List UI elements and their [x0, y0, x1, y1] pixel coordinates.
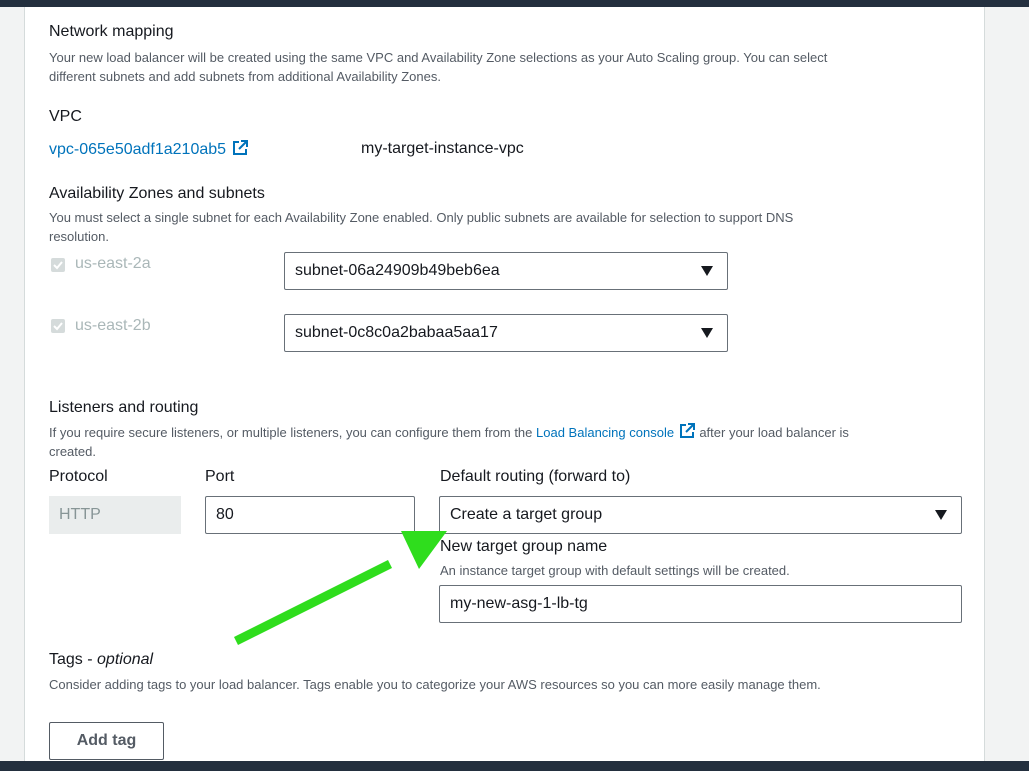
- bottom-bar: [0, 761, 1029, 771]
- annotation-arrow-icon: [233, 531, 447, 646]
